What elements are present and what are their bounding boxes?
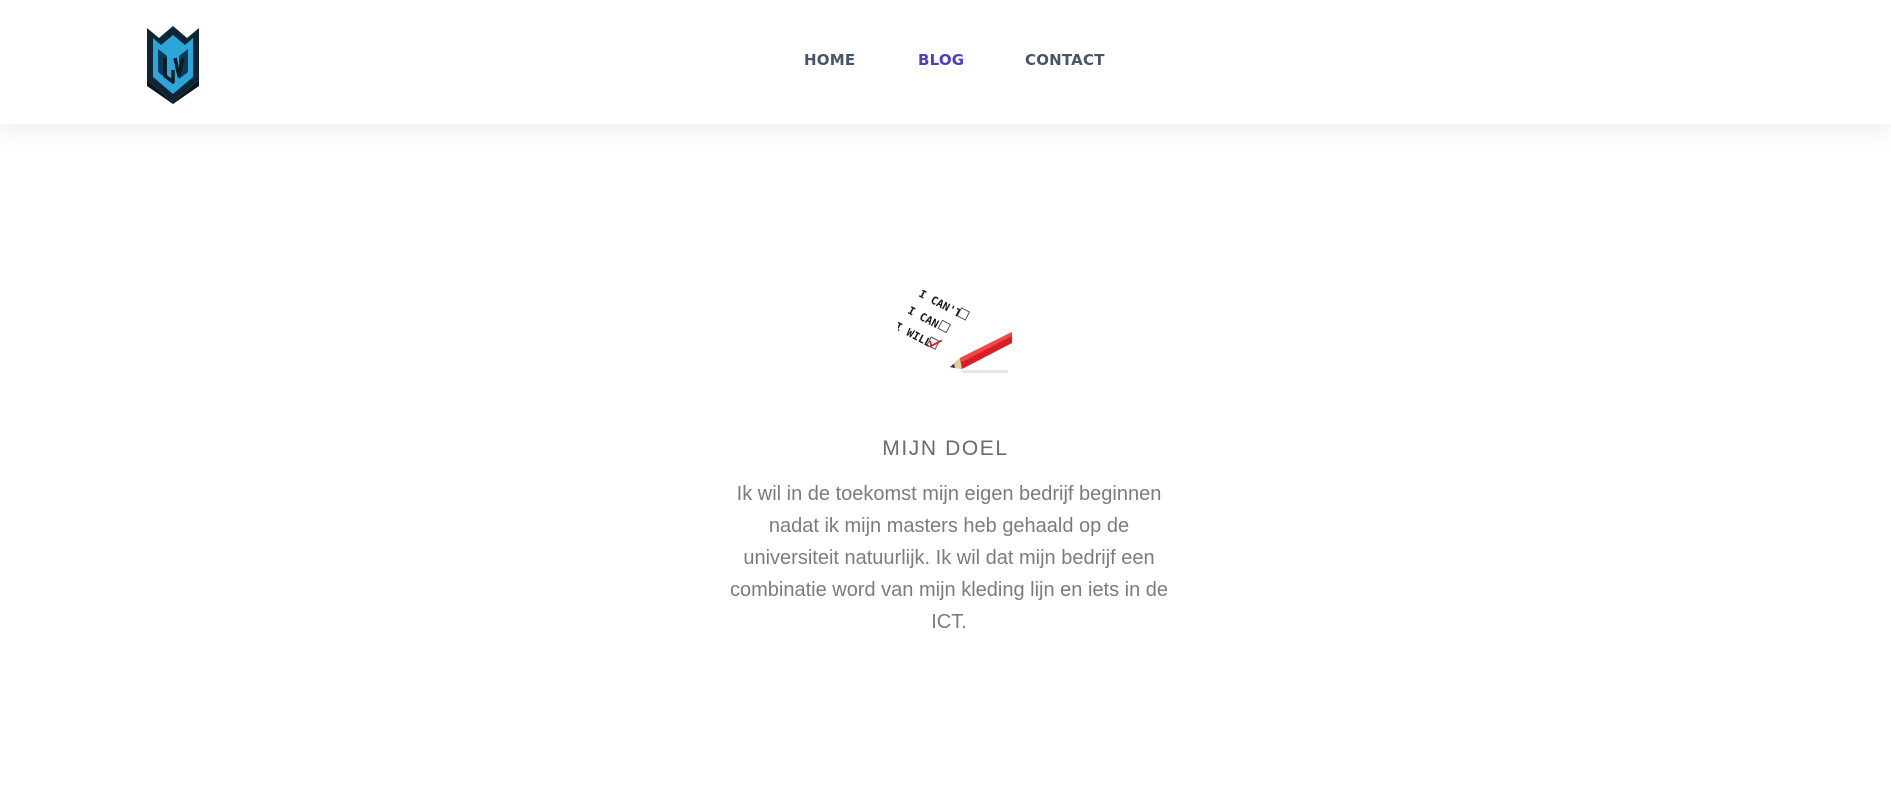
pencil-icon xyxy=(950,332,1012,373)
goal-title: MIJN DOEL xyxy=(882,437,1009,460)
main-nav: HOME BLOG CONTACT xyxy=(0,0,1891,124)
goal-checklist-image: I CAN'T I CAN I WILL xyxy=(898,290,1012,373)
nav-blog-link[interactable]: BLOG xyxy=(918,51,964,69)
site-header: HOME BLOG CONTACT xyxy=(0,0,1891,124)
goal-paragraph: Ik wil in de toekomst mijn eigen bedrijf… xyxy=(730,483,1169,633)
nav-contact-link[interactable]: CONTACT xyxy=(1025,51,1105,69)
nav-home-link[interactable]: HOME xyxy=(804,51,855,69)
